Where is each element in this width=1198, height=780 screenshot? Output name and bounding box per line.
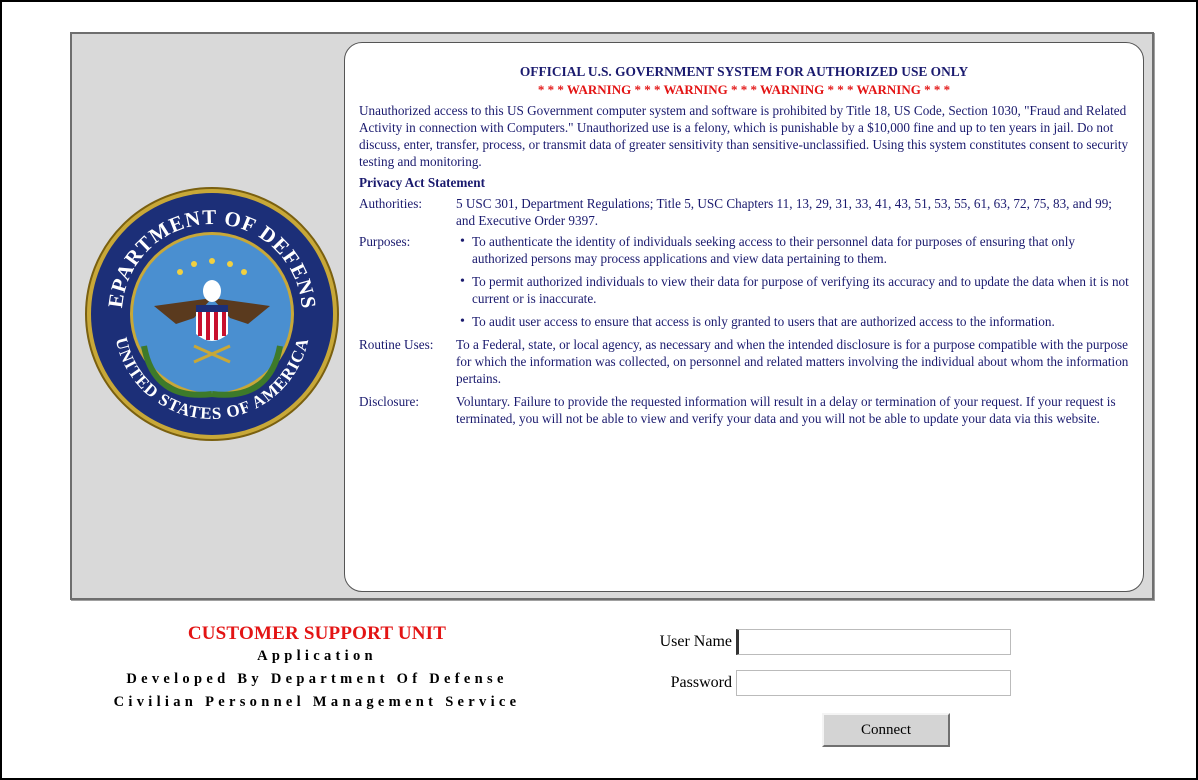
list-item: To audit user access to ensure that acce… (456, 313, 1129, 330)
username-input[interactable] (736, 629, 1011, 655)
purposes-label: Purposes: (359, 234, 411, 249)
purposes-list: To authenticate the identity of individu… (456, 233, 1129, 330)
warning-banner: * * * WARNING * * * WARNING * * * WARNIN… (537, 82, 951, 97)
customer-support-unit-title: CUSTOMER SUPPORT UNIT (187, 623, 447, 644)
page-frame: DEPARTMENT OF DEFENSE UNITED STATES OF A… (0, 0, 1198, 780)
unauthorized-access-text: Unauthorized access to this US Governmen… (359, 103, 1129, 169)
list-item: To permit authorized individuals to view… (456, 273, 1129, 307)
disclosure-label: Disclosure: (359, 394, 420, 409)
authorities-label: Authorities: (359, 196, 423, 211)
authorities-text: 5 USC 301, Department Regulations; Title… (456, 196, 1112, 228)
purposes-row: Purposes: To authenticate the identity o… (359, 233, 1129, 336)
privacy-act-title: Privacy Act Statement (359, 175, 485, 190)
authorities-row: Authorities: 5 USC 301, Department Regul… (359, 195, 1129, 229)
credits-line-developer: Developed By Department Of Defense (126, 671, 508, 687)
notice-title: OFFICIAL U.S. GOVERNMENT SYSTEM FOR AUTH… (519, 64, 969, 79)
routine-uses-label: Routine Uses: (359, 337, 434, 352)
application-credits: CUSTOMER SUPPORT UNIT Application Develo… (22, 623, 612, 714)
disclosure-row: Disclosure: Voluntary. Failure to provid… (359, 393, 1129, 427)
dod-seal-icon: DEPARTMENT OF DEFENSE UNITED STATES OF A… (84, 186, 339, 441)
password-label: Password (670, 674, 732, 691)
username-row: User Name (632, 629, 1011, 655)
password-row: Password (632, 670, 1011, 696)
password-input[interactable] (736, 670, 1011, 696)
credits-line-application: Application (257, 648, 377, 664)
username-label: User Name (659, 633, 732, 650)
connect-button[interactable]: Connect (822, 713, 950, 747)
routine-uses-text: To a Federal, state, or local agency, as… (456, 337, 1129, 386)
credits-line-service: Civilian Personnel Management Service (113, 694, 521, 710)
routine-uses-row: Routine Uses: To a Federal, state, or lo… (359, 336, 1129, 387)
disclosure-text: Voluntary. Failure to provide the reques… (456, 394, 1116, 426)
notice-panel: DEPARTMENT OF DEFENSE UNITED STATES OF A… (70, 32, 1154, 600)
security-notice: OFFICIAL U.S. GOVERNMENT SYSTEM FOR AUTH… (344, 42, 1144, 592)
list-item: To authenticate the identity of individu… (456, 233, 1129, 267)
